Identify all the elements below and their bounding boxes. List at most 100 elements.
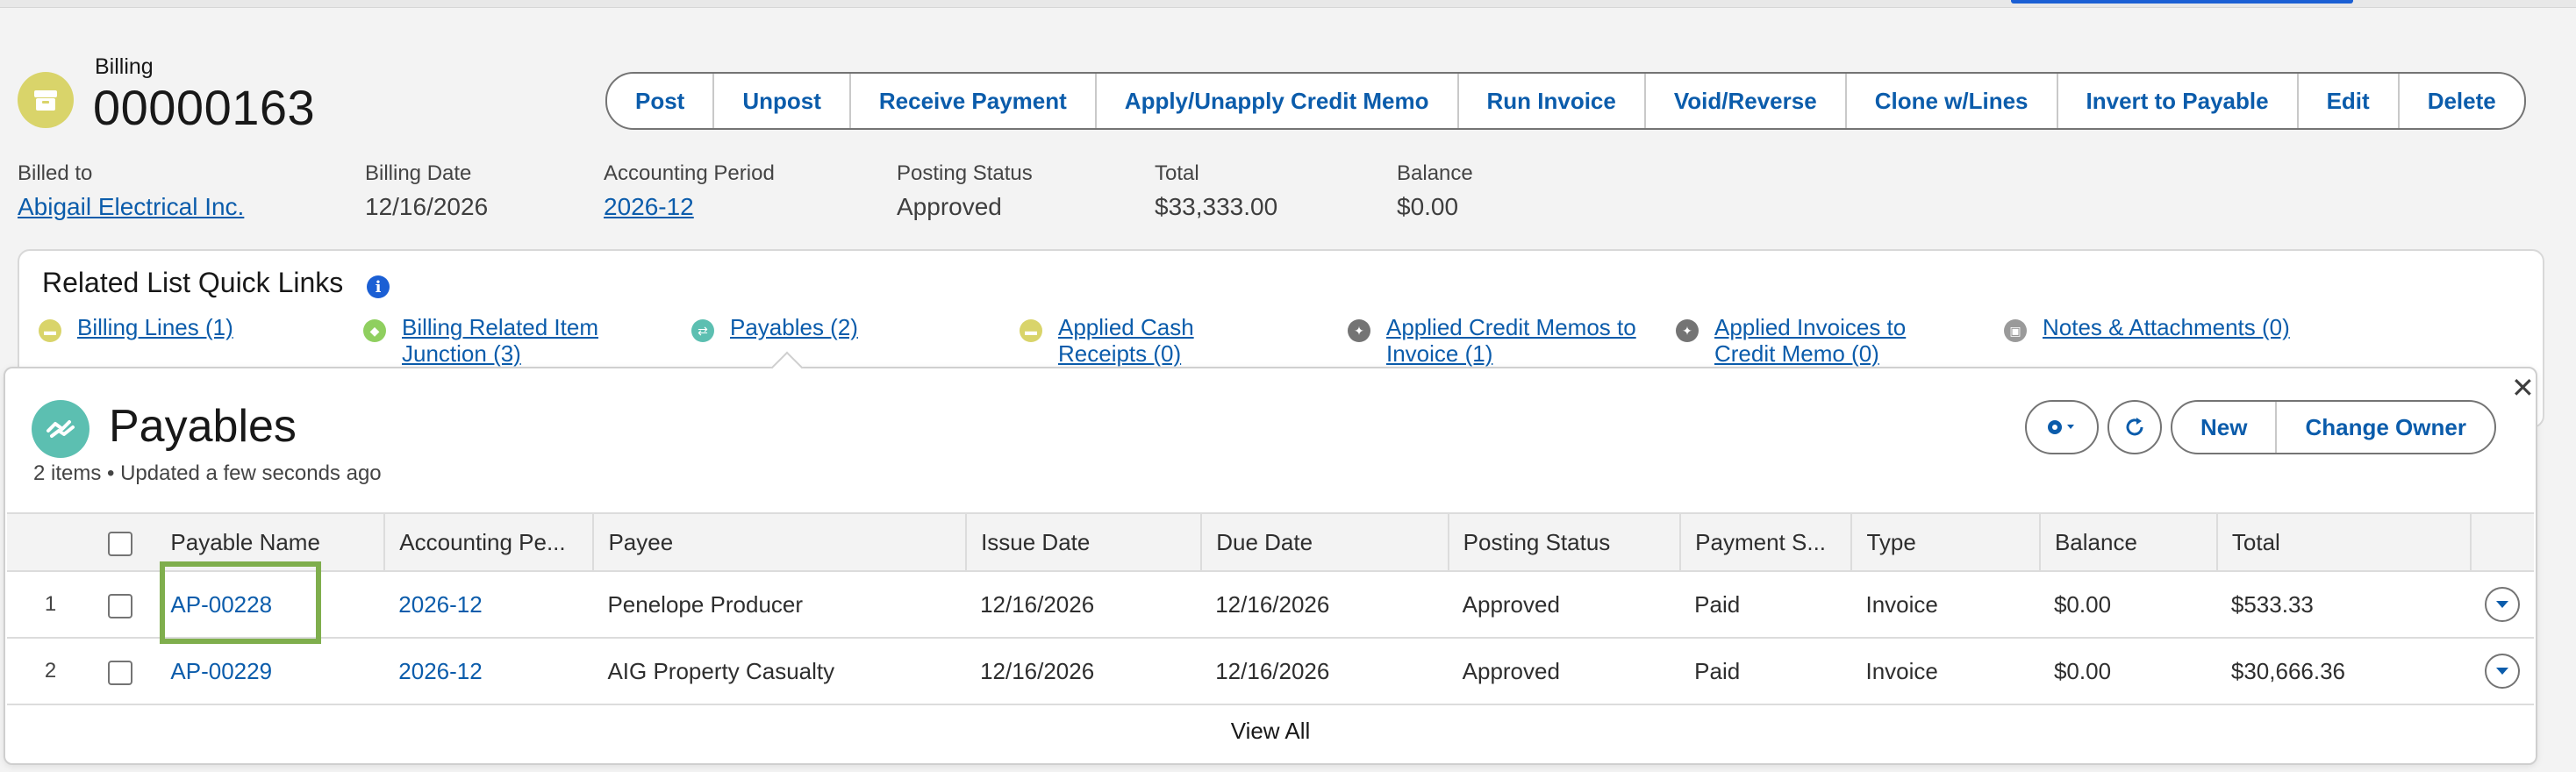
- receive-payment-button[interactable]: Receive Payment: [851, 74, 1097, 128]
- field-label: Total: [1155, 161, 1199, 185]
- view-all-link[interactable]: View All: [5, 718, 2536, 745]
- unpost-button[interactable]: Unpost: [714, 74, 851, 128]
- posting-status-cell: Approved: [1448, 638, 1681, 705]
- billing-icon: ▬: [39, 319, 61, 342]
- quick-link-billing-lines[interactable]: ▬ Billing Lines (1): [39, 314, 337, 342]
- list-settings-button[interactable]: [2025, 400, 2099, 454]
- quick-link-label[interactable]: Payables (2): [730, 314, 858, 340]
- row-actions-button[interactable]: [2485, 587, 2520, 622]
- posting-status-cell: Approved: [1448, 571, 1681, 639]
- record-type-label: Billing: [95, 54, 154, 79]
- field-label: Accounting Period: [604, 161, 775, 185]
- payment-status-cell: Paid: [1680, 571, 1852, 639]
- change-owner-button[interactable]: Change Owner: [2277, 402, 2494, 453]
- column-header[interactable]: Payment S...: [1679, 512, 1852, 572]
- quick-link-label[interactable]: Applied Cash Receipts (0): [1058, 314, 1234, 367]
- global-header: [0, 0, 2576, 8]
- chevron-down-icon: [2496, 601, 2508, 608]
- refresh-icon: [2126, 418, 2143, 436]
- select-all-checkbox[interactable]: [108, 531, 133, 556]
- column-header[interactable]: Balance: [2038, 512, 2217, 572]
- type-cell: Invoice: [1851, 571, 2040, 639]
- column-header[interactable]: Total: [2215, 512, 2471, 572]
- field-label: Posting Status: [897, 161, 1033, 185]
- record-actions: Post Unpost Receive Payment Apply/Unappl…: [605, 72, 2526, 130]
- refresh-button[interactable]: [2107, 400, 2162, 454]
- info-icon[interactable]: i: [367, 275, 390, 298]
- delete-button[interactable]: Delete: [2400, 74, 2524, 128]
- payables-icon: ⇄: [691, 319, 714, 342]
- payables-popover: ✕ Payables 2 items • Updated a few secon…: [4, 367, 2537, 765]
- row-select-cell: [94, 571, 157, 639]
- wrench-icon: ✦: [1676, 319, 1699, 342]
- table-row: 2 AP-00229 2026-12 AIG Property Casualty…: [7, 638, 2534, 705]
- column-header[interactable]: Payee: [592, 512, 967, 572]
- quick-link-payables[interactable]: ⇄ Payables (2): [691, 314, 990, 342]
- accounting-period-link[interactable]: 2026-12: [604, 193, 775, 221]
- issue-date-cell: 12/16/2026: [966, 571, 1202, 639]
- edit-button[interactable]: Edit: [2299, 74, 2400, 128]
- void-reverse-button[interactable]: Void/Reverse: [1646, 74, 1847, 128]
- column-header[interactable]: Issue Date: [965, 512, 1202, 572]
- quick-link-label[interactable]: Billing Related Item Junction (3): [402, 314, 630, 367]
- highlight-box: [160, 561, 321, 644]
- accounting-period-link[interactable]: 2026-12: [398, 658, 482, 684]
- quick-link-label[interactable]: Applied Invoices to Credit Memo (0): [1714, 314, 1943, 367]
- row-actions-button[interactable]: [2485, 654, 2520, 689]
- list-button-group: New Change Owner: [2171, 400, 2496, 454]
- field-total: Total $33,333.00: [1155, 161, 1277, 221]
- row-actions-cell: [2471, 638, 2534, 705]
- field-billing-date: Billing Date 12/16/2026: [365, 161, 488, 221]
- payables-title: Payables: [109, 401, 297, 452]
- due-date-cell: 12/16/2026: [1201, 638, 1449, 705]
- quick-link-applied-cash-receipts[interactable]: ▬ Applied Cash Receipts (0): [1020, 314, 1318, 367]
- payable-name-link[interactable]: AP-00229: [170, 658, 272, 684]
- quick-link-label[interactable]: Applied Credit Memos to Invoice (1): [1386, 314, 1664, 367]
- chevron-down-icon: [2496, 668, 2508, 675]
- invert-to-payable-button[interactable]: Invert to Payable: [2058, 74, 2299, 128]
- new-button[interactable]: New: [2172, 402, 2278, 453]
- quick-link-applied-credit-memos[interactable]: ✦ Applied Credit Memos to Invoice (1): [1348, 314, 1664, 367]
- column-header[interactable]: Due Date: [1200, 512, 1449, 572]
- apply-unapply-credit-memo-button[interactable]: Apply/Unapply Credit Memo: [1097, 74, 1459, 128]
- clone-with-lines-button[interactable]: Clone w/Lines: [1847, 74, 2058, 128]
- quick-link-label[interactable]: Billing Lines (1): [77, 314, 233, 340]
- select-all-header: [94, 512, 157, 572]
- row-actions-header: [2470, 512, 2534, 572]
- field-label: Billing Date: [365, 161, 472, 185]
- period-cell: 2026-12: [384, 638, 594, 705]
- column-header[interactable]: Posting Status: [1447, 512, 1681, 572]
- field-accounting-period: Accounting Period 2026-12: [604, 161, 775, 221]
- run-invoice-button[interactable]: Run Invoice: [1459, 74, 1646, 128]
- row-select-cell: [94, 638, 157, 705]
- field-billed-to: Billed to Abigail Electrical Inc.: [18, 161, 244, 221]
- field-value: 12/16/2026: [365, 193, 489, 220]
- row-checkbox[interactable]: [108, 660, 133, 685]
- column-header[interactable]: Type: [1850, 512, 2040, 572]
- row-actions-cell: [2471, 571, 2534, 639]
- accounting-period-link[interactable]: 2026-12: [398, 591, 482, 618]
- payable-name-cell: AP-00229: [156, 638, 385, 705]
- row-checkbox[interactable]: [108, 593, 133, 618]
- table-header-row: Payable Name Accounting Pe... Payee Issu…: [7, 512, 2534, 572]
- quick-link-billing-related-item-junction[interactable]: ◆ Billing Related Item Junction (3): [363, 314, 662, 367]
- receipt-icon: ▬: [1020, 319, 1042, 342]
- payables-subtitle: 2 items • Updated a few seconds ago: [33, 461, 382, 485]
- field-label: Balance: [1397, 161, 1473, 185]
- table-row: 1 AP-00228 2026-12 Penelope Producer 12/…: [7, 571, 2534, 639]
- field-value: $0.00: [1397, 193, 1459, 220]
- billed-to-link[interactable]: Abigail Electrical Inc.: [18, 193, 244, 221]
- field-balance: Balance $0.00: [1397, 161, 1473, 221]
- billing-object-icon: [18, 72, 74, 128]
- field-posting-status: Posting Status Approved: [897, 161, 1033, 221]
- record-title: 00000163: [93, 80, 316, 135]
- close-icon[interactable]: ✕: [2511, 374, 2535, 402]
- total-cell: $30,666.36: [2216, 638, 2471, 705]
- quick-link-label[interactable]: Notes & Attachments (0): [2043, 314, 2290, 340]
- post-button[interactable]: Post: [607, 74, 715, 128]
- period-cell: 2026-12: [384, 571, 594, 639]
- column-header[interactable]: Accounting Pe...: [383, 512, 594, 572]
- issue-date-cell: 12/16/2026: [966, 638, 1202, 705]
- quick-link-applied-invoices[interactable]: ✦ Applied Invoices to Credit Memo (0): [1676, 314, 1992, 367]
- quick-link-notes-attachments[interactable]: ▣ Notes & Attachments (0): [2004, 314, 2355, 342]
